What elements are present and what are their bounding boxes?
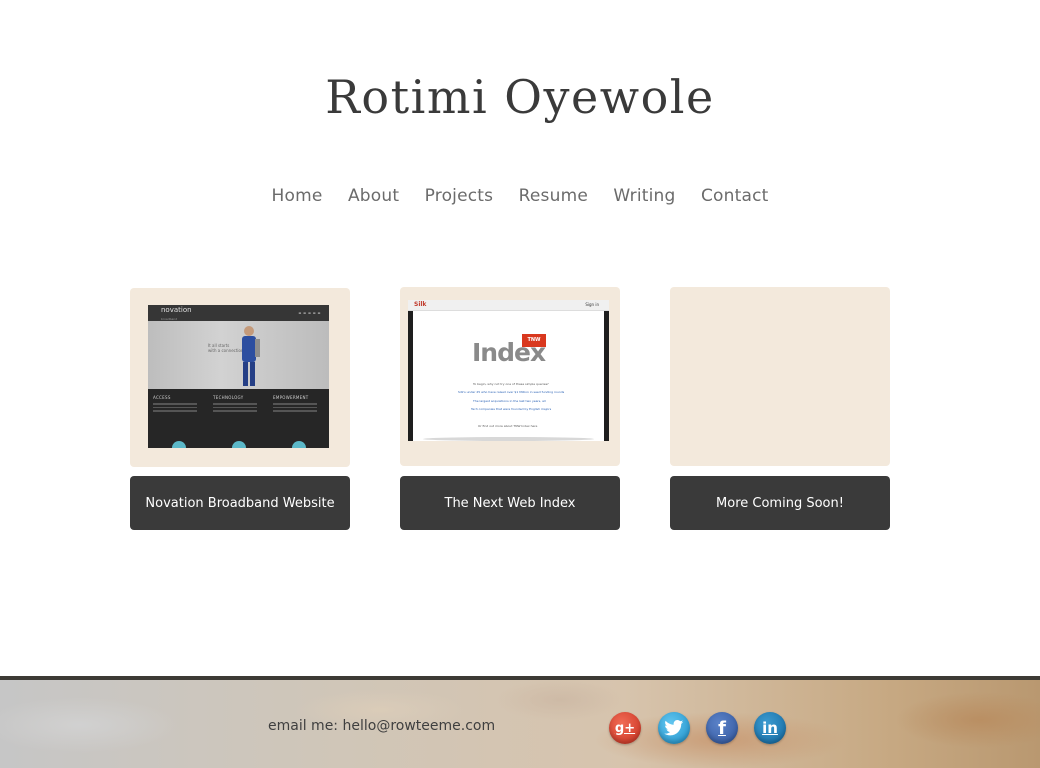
- linkedin-icon[interactable]: in: [754, 712, 786, 744]
- circle-icon: [232, 441, 246, 448]
- project-card-tnw-index[interactable]: Silk Sign in Index TNW To begin, why not…: [400, 287, 620, 466]
- email-link[interactable]: hello@rowteeme.com: [342, 718, 495, 734]
- nav-projects[interactable]: Projects: [425, 186, 494, 206]
- thumbnail-body: Index TNW To begin, why not try one of t…: [413, 311, 604, 441]
- thumbnail-hero: It all starts with a connection: [148, 321, 329, 389]
- project-button-tnw-index[interactable]: The Next Web Index: [400, 476, 620, 530]
- thumbnail-header: Silk Sign in: [408, 300, 609, 311]
- thumbnail-header: novation broadband ▬ ▬ ▬ ▬ ▬: [148, 305, 329, 321]
- circle-icon: [172, 441, 186, 448]
- project-button-novation[interactable]: Novation Broadband Website: [130, 476, 350, 530]
- silk-logo: Silk: [414, 301, 427, 308]
- thumbnail-link: The largest acquisitions in the last two…: [473, 399, 546, 403]
- thumbnail-column: ACCESS: [153, 395, 203, 414]
- thumbnail-column: EMPOWERMENT: [273, 395, 323, 414]
- thumbnail-divider: [423, 437, 594, 441]
- project-button-coming-soon[interactable]: More Coming Soon!: [670, 476, 890, 530]
- main-nav: Home About Projects Resume Writing Conta…: [0, 186, 1040, 206]
- thumbnail-columns: ACCESS TECHNOLOGY EMPOWERMENT: [148, 389, 329, 448]
- tnw-thumbnail[interactable]: Silk Sign in Index TNW To begin, why not…: [408, 300, 609, 441]
- thumbnail-signin: Sign in: [585, 302, 599, 307]
- novation-thumbnail[interactable]: novation broadband ▬ ▬ ▬ ▬ ▬ It all star…: [148, 305, 329, 448]
- nav-home[interactable]: Home: [272, 186, 323, 206]
- twitter-bird-icon: [664, 720, 684, 736]
- tnw-badge: TNW: [522, 334, 546, 347]
- nav-contact[interactable]: Contact: [701, 186, 769, 206]
- nav-about[interactable]: About: [348, 186, 399, 206]
- footer: email me: hello@rowteeme.com g+ f in: [0, 676, 1040, 768]
- thumbnail-link: Silk's under 25 who have raised over $1 …: [458, 390, 565, 394]
- thumbnail-column: TECHNOLOGY: [213, 395, 263, 414]
- site-title: Rotimi Oyewole: [325, 70, 715, 124]
- nav-writing[interactable]: Writing: [613, 186, 675, 206]
- thumbnail-footer: Or find out more about TNW Index here: [478, 424, 538, 428]
- thumbnail-question: To begin, why not try one of these simpl…: [473, 382, 549, 386]
- project-card-placeholder: [670, 287, 890, 466]
- circle-icon: [292, 441, 306, 448]
- thumbnail-link: Tech companies that were founded by Engl…: [471, 407, 552, 411]
- thumbnail-nav: ▬ ▬ ▬ ▬ ▬: [298, 311, 321, 315]
- facebook-icon[interactable]: f: [706, 712, 738, 744]
- email-label: email me:: [268, 718, 339, 734]
- nav-resume[interactable]: Resume: [519, 186, 588, 206]
- technician-image: [242, 326, 260, 386]
- project-card-novation[interactable]: novation broadband ▬ ▬ ▬ ▬ ▬ It all star…: [130, 288, 350, 467]
- footer-email: email me: hello@rowteeme.com: [268, 718, 495, 734]
- google-plus-icon[interactable]: g+: [609, 712, 641, 744]
- twitter-icon[interactable]: [658, 712, 690, 744]
- page: Rotimi Oyewole Home About Projects Resum…: [0, 0, 1040, 768]
- novation-logo: novation broadband: [161, 306, 192, 321]
